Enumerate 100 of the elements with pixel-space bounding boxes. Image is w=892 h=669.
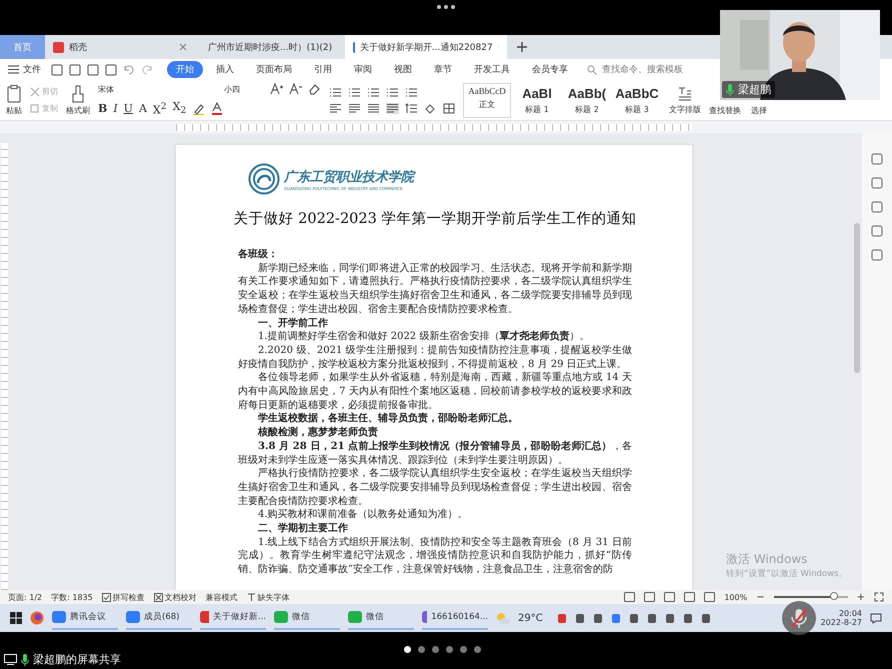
page-dot[interactable] — [432, 646, 439, 653]
proofread-icon — [154, 592, 163, 602]
select-button[interactable]: 选择 — [751, 105, 767, 116]
format-button[interactable]: X$^{2}$ — [152, 100, 167, 116]
view-icon[interactable] — [644, 592, 656, 602]
menu-tab[interactable]: 开发工具 — [465, 61, 519, 78]
view-icon[interactable] — [664, 592, 676, 602]
undo-icon[interactable] — [123, 64, 135, 76]
eraser-icon[interactable] — [308, 83, 321, 96]
style-preset[interactable]: AaBl 标题 1 — [513, 82, 561, 118]
proofread-button[interactable]: 文档校对 — [154, 592, 197, 602]
document-icon[interactable] — [105, 64, 117, 76]
list-icon[interactable] — [386, 86, 399, 98]
format-painter-button[interactable]: 格式刷 — [66, 84, 90, 116]
taskbar-app[interactable]: 腾讯会议 — [52, 606, 118, 630]
typesetting-button[interactable]: 文字排版 — [669, 86, 701, 114]
muted-microphone-icon[interactable] — [782, 601, 816, 635]
view-icon[interactable] — [624, 592, 636, 602]
missing-fonts-button[interactable]: 缺失字体 — [246, 592, 290, 602]
tray-icon[interactable] — [700, 612, 711, 624]
shrink-font-icon[interactable] — [289, 83, 302, 96]
view-icon[interactable] — [684, 592, 696, 602]
page-dot[interactable] — [474, 646, 481, 653]
tray-icon[interactable] — [556, 612, 567, 624]
taskbar-app[interactable]: 微信 — [274, 606, 340, 630]
menu-tab[interactable]: 页面布局 — [247, 61, 301, 78]
align-icon[interactable] — [367, 102, 380, 114]
menu-tab[interactable]: 插入 — [207, 61, 243, 78]
style-preset[interactable]: AaBbC 标题 3 — [613, 82, 661, 118]
font-color-icon[interactable] — [211, 102, 224, 115]
menu-tab[interactable]: 引用 — [305, 61, 341, 78]
format-button[interactable]: X$_{2}$ — [172, 100, 186, 117]
zoom-level[interactable]: 100% — [724, 592, 748, 602]
format-button[interactable]: B — [98, 102, 108, 115]
tray-icon[interactable] — [682, 612, 693, 624]
list-icon[interactable] — [329, 86, 342, 98]
search-field[interactable]: 查找命令、搜索模板 — [587, 64, 704, 76]
word-count[interactable]: 字数: 1835 — [51, 592, 93, 602]
style-preset[interactable]: AaBbCcD 正文 — [463, 82, 511, 118]
list-icon[interactable] — [348, 86, 361, 98]
taskbar-app[interactable]: 成员(68) — [126, 606, 192, 630]
tool-icon[interactable] — [871, 201, 883, 213]
tray-icon[interactable] — [664, 612, 675, 624]
shading-icon[interactable] — [424, 102, 437, 114]
menu-tab[interactable]: 章节 — [425, 61, 461, 78]
tray-icon[interactable] — [610, 612, 621, 624]
menu-tab[interactable]: 开始 — [167, 61, 203, 78]
document-tab[interactable]: 关于做好新学期开...通知220827 — [345, 35, 507, 59]
zoom-in-button[interactable]: + — [856, 592, 865, 602]
format-button[interactable]: I — [113, 102, 118, 115]
notification-icon[interactable] — [870, 612, 882, 624]
fullscreen-icon[interactable] — [874, 592, 884, 602]
size-dropdown[interactable]: 小四 — [224, 84, 264, 95]
tool-icon[interactable] — [871, 153, 883, 165]
page-dot[interactable] — [418, 646, 425, 653]
style-preset[interactable]: AaBb( 标题 2 — [563, 82, 611, 118]
taskbar-app[interactable]: 关于做好新... — [200, 606, 266, 630]
format-button[interactable]: U — [124, 102, 133, 115]
tray-icon[interactable] — [574, 612, 585, 624]
align-icon[interactable] — [348, 102, 361, 114]
align-icon[interactable] — [386, 102, 399, 114]
list-icon[interactable] — [367, 86, 380, 98]
page-dot[interactable] — [404, 646, 411, 653]
document-icon[interactable] — [69, 64, 81, 76]
tool-icon[interactable] — [871, 177, 883, 189]
page-dot[interactable] — [460, 646, 467, 653]
document-icon[interactable] — [51, 64, 63, 76]
document-tab[interactable]: 稻壳 — [45, 35, 195, 59]
taskbar-app[interactable]: 微信 — [348, 606, 414, 630]
taskbar-app[interactable]: 166160164... — [422, 606, 488, 630]
font-dropdown[interactable]: 宋体 — [98, 84, 218, 95]
more-icon[interactable] — [436, 4, 456, 10]
tool-icon[interactable] — [871, 225, 883, 237]
tray-icon[interactable] — [628, 612, 639, 624]
view-icon[interactable] — [704, 592, 716, 602]
document-icon[interactable] — [87, 64, 99, 76]
format-button[interactable]: A — [138, 102, 147, 115]
grow-font-icon[interactable] — [270, 83, 283, 96]
page-dot[interactable] — [446, 646, 453, 653]
add-icon[interactable] — [517, 42, 527, 52]
list-icon[interactable] — [405, 86, 418, 98]
windows-logo-icon[interactable] — [10, 612, 22, 624]
browser-icon[interactable] — [30, 611, 44, 625]
menu-tab[interactable]: 会员专享 — [523, 61, 577, 78]
zoom-out-button[interactable]: − — [756, 592, 765, 602]
align-icon[interactable] — [329, 102, 342, 114]
highlighter-icon[interactable] — [192, 102, 206, 114]
spell-check-button[interactable]: 拼写检查 — [102, 592, 145, 602]
tray-icon[interactable] — [592, 612, 603, 624]
tool-icon[interactable] — [871, 249, 883, 261]
find-replace-button[interactable]: 查找替换 — [709, 105, 741, 116]
scrollbar-thumb[interactable] — [854, 223, 860, 373]
tray-icon[interactable] — [646, 612, 657, 624]
menu-tab[interactable]: 审阅 — [345, 61, 381, 78]
line-spacing-icon[interactable] — [405, 102, 418, 114]
document-tab[interactable]: 广州市近期时涉疫...时）(1)(2) — [195, 35, 345, 59]
paste-button[interactable]: 粘贴 — [6, 84, 22, 116]
borders-icon[interactable] — [443, 102, 455, 114]
menu-tab[interactable]: 视图 — [385, 61, 421, 78]
file-menu[interactable]: 文件 — [8, 63, 41, 76]
